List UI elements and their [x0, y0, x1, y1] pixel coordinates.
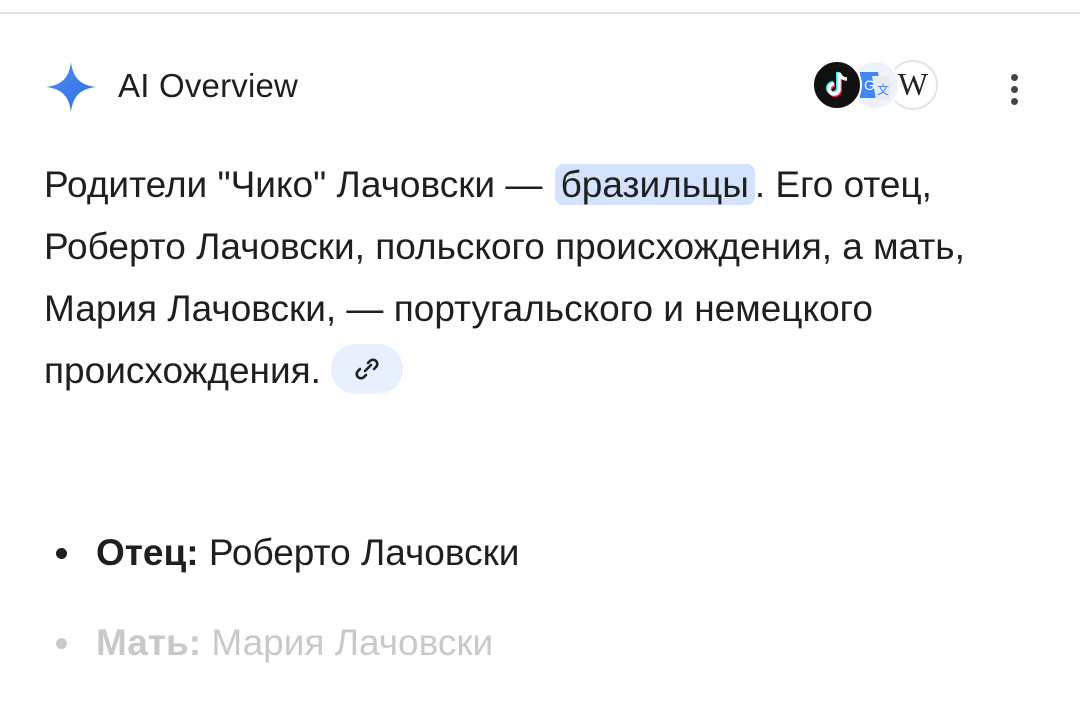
top-divider: [0, 12, 1080, 14]
more-dot: [1011, 86, 1018, 93]
bullet: [56, 548, 67, 559]
bullet: [56, 638, 67, 649]
overview-text-start: Родители "Чико" Лачовски —: [44, 164, 553, 205]
list-item-label: Мать:: [96, 622, 202, 663]
more-dot: [1011, 98, 1018, 105]
more-dot: [1011, 74, 1018, 81]
parents-list: Отец: Роберто Лачовски Мать: Мария Лачов…: [44, 522, 1024, 702]
source-icons[interactable]: G 文 W: [812, 60, 942, 114]
list-item-label: Отец:: [96, 532, 199, 573]
list-item-value: Роберто Лачовски: [198, 532, 520, 573]
ai-overview-header: AI Overview G 文 W: [44, 58, 1044, 118]
ai-overview-title: AI Overview: [118, 67, 299, 104]
tiktok-icon[interactable]: [812, 60, 862, 110]
more-options-button[interactable]: [994, 64, 1034, 108]
link-icon: [355, 358, 379, 380]
list-item-value: Мария Лачовски: [201, 622, 494, 663]
overview-paragraph: Родители "Чико" Лачовски — бразильцы. Ег…: [44, 154, 1004, 402]
gemini-spark-icon: [46, 62, 96, 112]
svg-text:文: 文: [877, 82, 889, 97]
list-item-mother: Мать: Мария Лачовски: [44, 612, 1024, 702]
source-link-button[interactable]: [330, 344, 403, 395]
list-item-father: Отец: Роберто Лачовски: [44, 522, 1024, 612]
highlighted-term[interactable]: бразильцы: [554, 164, 755, 205]
